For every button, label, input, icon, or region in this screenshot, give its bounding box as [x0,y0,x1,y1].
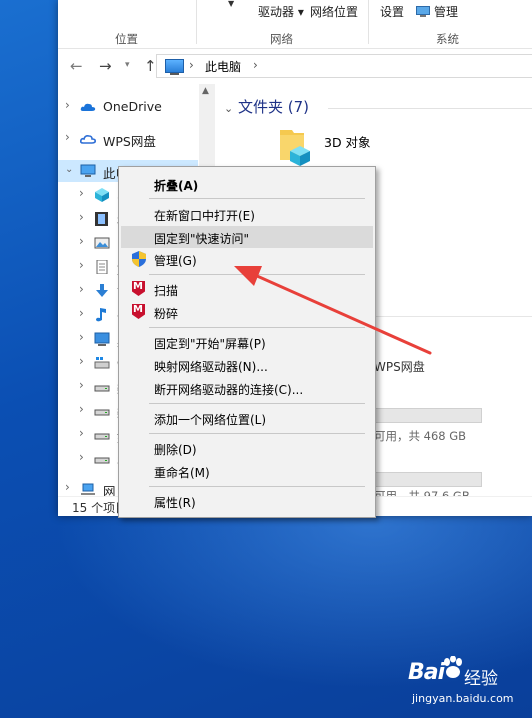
ribbon: ▼ 驱动器 ▾ 网络位置 设置 管理 位置 网络 系统 [58,0,532,49]
folder-3d-objects-label[interactable]: 3D 对象 [324,132,371,151]
expand-chevron-icon[interactable]: › [79,378,84,392]
ribbon-group-location: 位置 [115,32,138,46]
scroll-up-arrow-icon[interactable]: ▲ [202,86,209,96]
manage-icon [416,6,430,18]
back-arrow-icon[interactable]: ← [70,57,83,75]
mcafee-icon [132,304,145,319]
drive-usage-bar [374,472,482,487]
pictures-icon [94,237,110,249]
expand-chevron-icon[interactable]: › [79,450,84,464]
expand-chevron-icon[interactable]: › [65,98,70,112]
drive-free-space-text: 可用，共 97.6 GB [374,489,470,496]
menu-separator [149,403,365,404]
nav-item-label: WPS网盘 [103,134,156,149]
menu-item-map-network-drive[interactable]: 映射网络驱动器(N)... [121,354,373,376]
breadcrumb-chevron-icon[interactable]: › [189,58,194,72]
expand-chevron-icon[interactable]: › [79,258,84,272]
drive-icon [94,433,110,440]
expand-chevron-icon[interactable]: › [79,210,84,224]
menu-item-rename[interactable]: 重命名(M) [121,460,373,482]
section-divider [328,108,532,109]
nav-item-label: OneDrive [103,99,162,114]
downloads-icon [96,284,108,297]
menu-item-open-new-window[interactable]: 在新窗口中打开(E) [121,203,373,225]
drive-icon [94,385,110,392]
watermark-suffix: 经验 [464,669,498,689]
menu-item-pin-quick-access[interactable]: 固定到"快速访问" [121,226,373,248]
address-bar[interactable]: › 此电脑 › [156,54,532,78]
expand-chevron-icon[interactable]: › [79,426,84,440]
mcafee-icon [132,281,145,296]
map-drive-button[interactable]: 驱动器 ▾ [258,3,304,20]
3d-objects-folder-icon[interactable] [278,126,314,168]
onedrive-icon [80,103,96,111]
os-drive-icon [94,357,110,369]
expand-chevron-icon[interactable]: › [79,306,84,320]
music-icon [96,308,106,322]
menu-item-scan[interactable]: 扫描 [121,278,373,300]
ribbon-group-network: 网络 [270,32,293,46]
network-icon [81,483,95,495]
expand-chevron-icon[interactable]: › [65,130,70,144]
drive-free-space-text: 可用，共 468 GB [374,429,467,443]
menu-separator [149,274,365,275]
expand-chevron-icon[interactable]: › [79,186,84,200]
wps-cloud-label[interactable]: WPS网盘 [374,358,425,375]
drive-icon [94,457,110,464]
menu-item-disconnect-network-drive[interactable]: 断开网络驱动器的连接(C)... [121,377,373,399]
watermark-brand: Bai [408,660,445,685]
navigation-bar: ← → ▾ ↑ › 此电脑 › [58,49,532,83]
manage-button[interactable]: 管理 [416,3,458,20]
breadcrumb-chevron-icon[interactable]: › [253,58,258,72]
ribbon-group-system: 系统 [436,32,459,46]
menu-item-shred[interactable]: 粉碎 [121,301,373,323]
expand-chevron-icon[interactable]: › [79,282,84,296]
menu-item-collapse[interactable]: 折叠(A) [121,173,373,195]
menu-item-delete[interactable]: 删除(D) [121,437,373,459]
collapse-chevron-icon[interactable]: ⌄ [65,164,73,175]
folders-section-header[interactable]: ⌄ 文件夹 (7) [224,96,309,117]
network-location-button[interactable]: 网络位置 [310,3,358,20]
this-pc-icon [80,164,96,177]
menu-separator [149,198,365,199]
up-arrow-icon[interactable]: ↑ [144,57,157,75]
paw-icon [444,656,462,678]
menu-item-pin-start[interactable]: 固定到"开始"屏幕(P) [121,331,373,353]
collapse-chevron-icon[interactable]: ⌄ [224,102,233,115]
expand-chevron-icon[interactable]: › [65,480,70,494]
section-divider [374,316,532,317]
expand-chevron-icon[interactable]: › [79,402,84,416]
wps-cloud-icon [80,135,96,144]
context-menu: 折叠(A) 在新窗口中打开(E) 固定到"快速访问" 管理(G) 扫描 粉碎 固… [118,166,376,518]
menu-item-properties[interactable]: 属性(R) [121,490,373,512]
uac-shield-icon [132,251,146,267]
menu-item-manage[interactable]: 管理(G) [121,248,373,270]
3d-objects-icon [95,188,109,202]
expand-chevron-icon[interactable]: › [79,354,84,368]
drive-usage-bar [374,408,482,423]
menu-separator [149,486,365,487]
recent-locations-chevron-icon[interactable]: ▾ [125,60,130,70]
menu-separator [149,433,365,434]
settings-button[interactable]: 设置 [380,3,404,20]
desktop-icon [94,332,110,346]
baidu-jingyan-watermark: Bai 经验 jingyan.baidu.com [404,654,529,714]
ribbon-dropdown-arrow[interactable]: ▼ [228,0,234,8]
videos-icon [95,212,108,226]
documents-icon [96,260,108,274]
forward-arrow-icon[interactable]: → [99,57,112,75]
breadcrumb-this-pc[interactable]: 此电脑 [205,58,241,75]
this-pc-icon [165,59,184,75]
nav-item-wps-cloud[interactable]: › WPS网盘 [58,128,198,150]
drive-icon [94,409,110,416]
menu-separator [149,327,365,328]
menu-item-add-network-location[interactable]: 添加一个网络位置(L) [121,407,373,429]
expand-chevron-icon[interactable]: › [79,234,84,248]
watermark-url: jingyan.baidu.com [412,692,514,705]
nav-item-onedrive[interactable]: › OneDrive [58,96,198,118]
expand-chevron-icon[interactable]: › [79,330,84,344]
